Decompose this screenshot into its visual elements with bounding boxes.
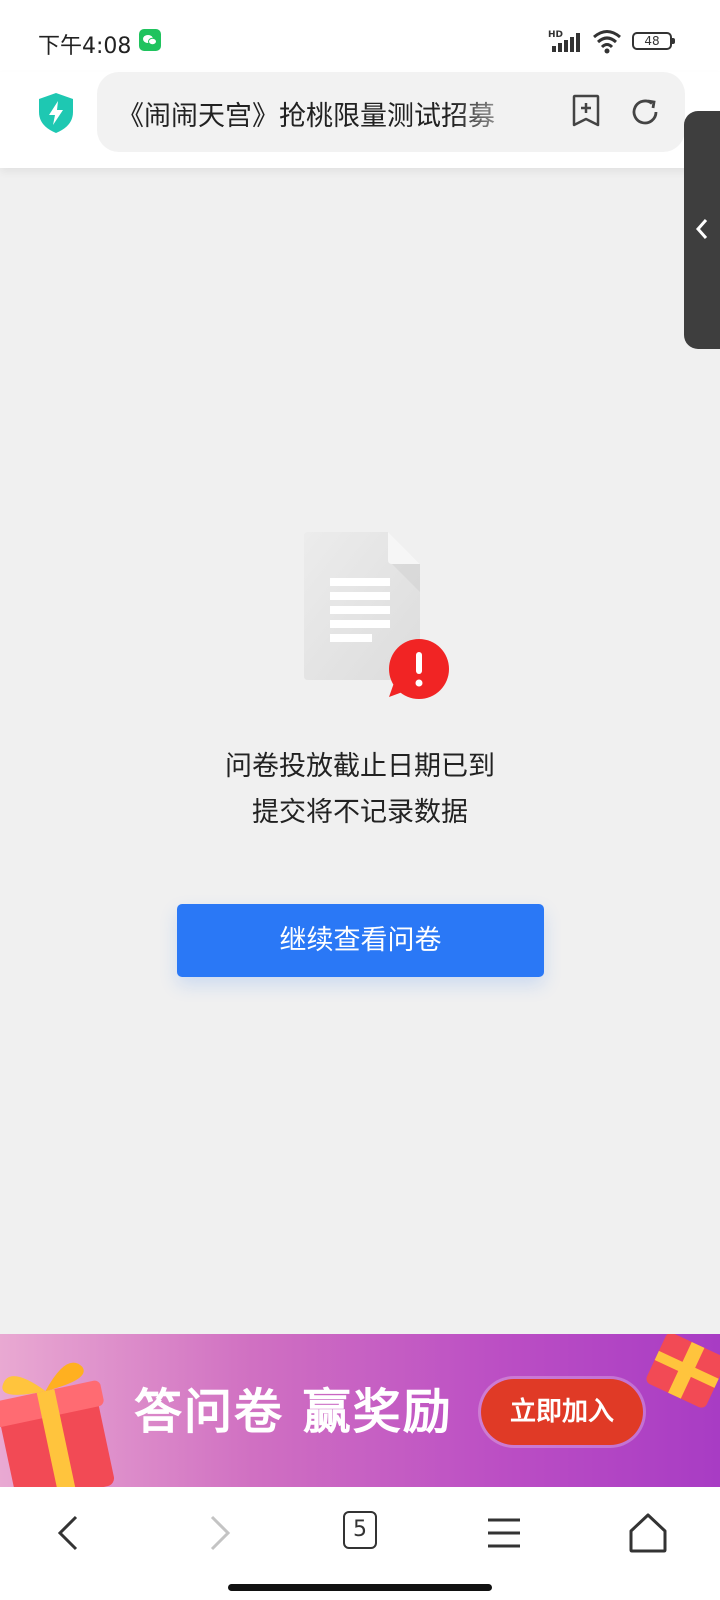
menu-icon[interactable] (480, 1509, 528, 1557)
side-panel-handle[interactable] (684, 111, 720, 349)
submit-note: 提交将不记录数据 (252, 797, 468, 828)
page-title-url[interactable]: 《闹闹天宫》抢桃限量测试招募 (117, 94, 537, 133)
bottom-navigation: 5 (0, 1487, 720, 1600)
join-now-button[interactable]: 立即加入 (481, 1379, 643, 1445)
battery-level: 48 (644, 34, 660, 48)
status-bar: 下午4:08 HD 48 (0, 0, 720, 72)
address-bar[interactable]: 《闹闹天宫》抢桃限量测试招募 (97, 72, 685, 152)
wifi-icon (593, 30, 621, 54)
gift-box-icon (646, 1334, 720, 1408)
document-warning-icon (304, 532, 449, 699)
back-icon[interactable] (46, 1509, 94, 1557)
hd-signal-icon: HD (548, 30, 580, 52)
bookmark-add-icon[interactable] (571, 94, 601, 128)
forward-icon[interactable] (194, 1509, 242, 1557)
promo-banner[interactable]: 答问卷 赢奖励 立即加入 (0, 1334, 720, 1487)
continue-view-survey-button[interactable]: 继续查看问卷 (177, 904, 544, 977)
wechat-icon (139, 29, 161, 51)
deadline-message: 问卷投放截止日期已到 (225, 751, 495, 782)
shield-bolt-icon[interactable] (37, 92, 75, 134)
svg-text:HD: HD (548, 30, 563, 40)
home-indicator[interactable] (228, 1584, 492, 1591)
battery-icon: 48 (632, 32, 675, 50)
status-time: 下午4:08 (38, 34, 132, 59)
tabs-icon[interactable]: 5 (343, 1511, 377, 1549)
chevron-left-icon (695, 219, 708, 239)
tab-count-number: 5 (353, 1517, 367, 1542)
reload-icon[interactable] (629, 96, 661, 128)
browser-toolbar: 《闹闹天宫》抢桃限量测试招募 (0, 72, 720, 168)
home-icon[interactable] (624, 1509, 672, 1557)
banner-slogan: 答问卷 赢奖励 (134, 1384, 453, 1440)
gift-box-icon (0, 1362, 115, 1487)
